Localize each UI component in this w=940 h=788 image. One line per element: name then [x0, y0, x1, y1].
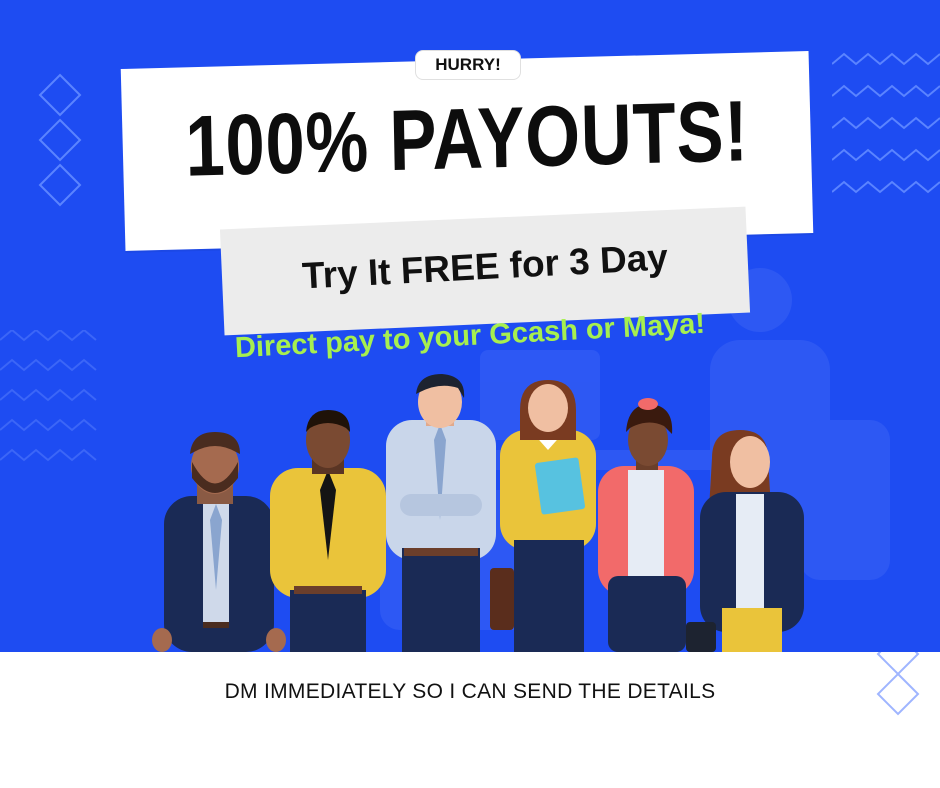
person-2 — [270, 410, 386, 652]
hurry-badge: HURRY! — [415, 50, 521, 80]
person-5 — [598, 398, 694, 652]
headline-title: 100% PAYOUTS! — [184, 83, 750, 195]
person-4 — [490, 380, 596, 652]
footer-message: DM IMMEDIATELY SO I CAN SEND THE DETAILS — [224, 680, 716, 703]
person-1 — [152, 432, 286, 652]
zigzag-pattern-icon — [832, 52, 940, 194]
diamond-pattern-icon — [38, 73, 82, 207]
person-3 — [386, 374, 496, 652]
business-team-illustration — [152, 374, 804, 652]
person-6 — [686, 430, 804, 652]
hero-banner: 100% PAYOUTS! HURRY! Try It FREE for 3 D… — [0, 0, 940, 652]
footer-panel — [0, 652, 940, 788]
